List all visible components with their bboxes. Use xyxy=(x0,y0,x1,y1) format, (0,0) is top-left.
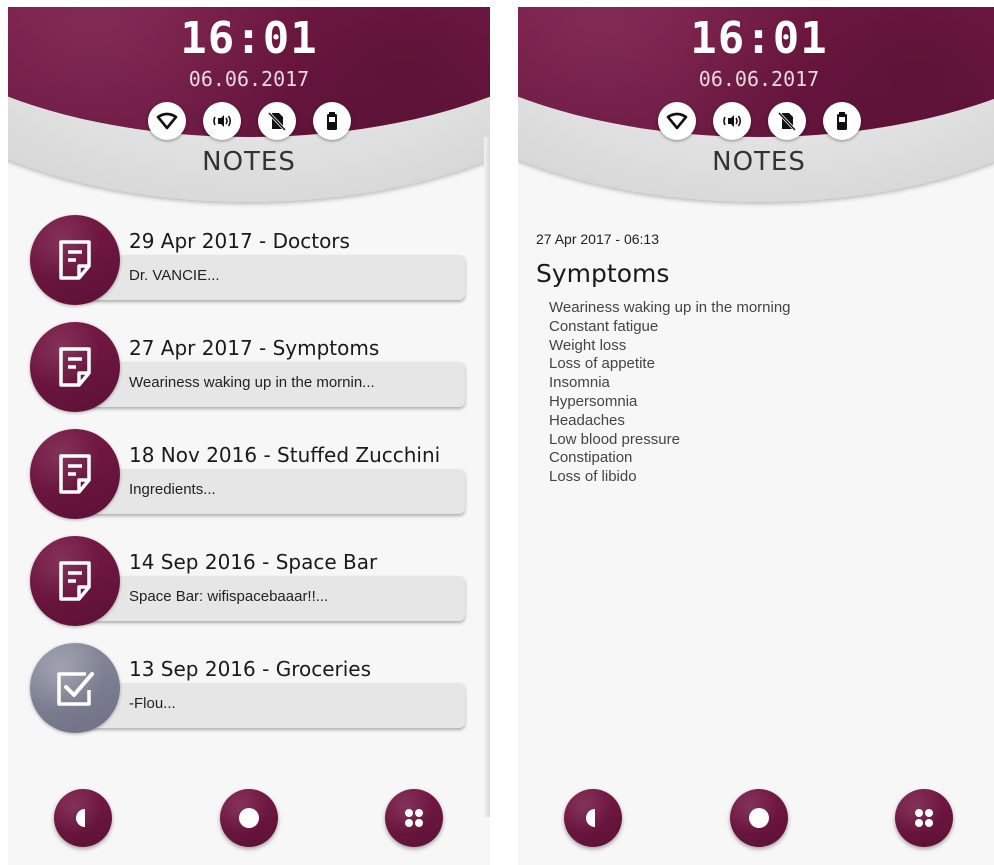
home-button[interactable] xyxy=(730,789,788,847)
back-icon xyxy=(586,809,595,827)
note-icon[interactable] xyxy=(30,429,120,519)
wifi-icon[interactable] xyxy=(147,102,186,140)
note-line: Insomnia xyxy=(549,374,610,392)
note-title: 29 Apr 2017 - Doctors xyxy=(129,229,350,253)
battery-icon[interactable] xyxy=(822,102,861,140)
status-icons xyxy=(8,102,490,140)
notes-list-screen: 16:01 06.06.2017 NOTES 29 Apr 2017 - Doc… xyxy=(8,7,490,865)
apps-icon xyxy=(405,809,423,827)
clock-date: 06.06.2017 xyxy=(698,67,820,91)
note-icon[interactable] xyxy=(30,536,120,626)
checklist-icon[interactable] xyxy=(30,643,120,733)
list-item[interactable]: 27 Apr 2017 - Symptoms Weariness waking … xyxy=(8,319,490,426)
list-item[interactable]: 29 Apr 2017 - Doctors Dr. VANCIE... xyxy=(8,212,490,319)
wifi-icon[interactable] xyxy=(657,102,696,140)
home-icon xyxy=(239,808,259,828)
apps-button[interactable] xyxy=(385,789,443,847)
home-icon xyxy=(749,808,769,828)
note-title: 14 Sep 2016 - Space Bar xyxy=(129,550,378,574)
no-sim-icon[interactable] xyxy=(767,102,806,140)
list-item[interactable]: 14 Sep 2016 - Space Bar Space Bar: wifis… xyxy=(8,533,490,640)
apps-button[interactable] xyxy=(895,789,953,847)
note-title: 18 Nov 2016 - Stuffed Zucchini xyxy=(129,443,441,467)
note-line: Constant fatigue xyxy=(549,317,659,335)
note-preview: Weariness waking up in the mornin... xyxy=(129,374,375,391)
screen-title: NOTES xyxy=(712,147,806,177)
note-line: Weight loss xyxy=(549,336,627,354)
note-title[interactable]: Symptoms xyxy=(536,259,669,288)
bottom-nav xyxy=(8,789,490,849)
apps-icon xyxy=(915,809,933,827)
sound-icon[interactable] xyxy=(712,102,751,140)
note-line: Loss of appetite xyxy=(549,355,655,373)
note-line: Weariness waking up in the morning xyxy=(549,299,791,316)
note-line: Hypersomnia xyxy=(549,392,638,410)
list-item[interactable]: 13 Sep 2016 - Groceries -Flou... xyxy=(8,640,490,747)
note-preview: Dr. VANCIE... xyxy=(129,267,220,284)
note-preview: -Flou... xyxy=(129,695,176,712)
note-icon[interactable] xyxy=(30,322,120,412)
clock-time: 16:01 xyxy=(180,13,318,64)
note-detail-screen: 16:01 06.06.2017 NOTES 27 Apr 2017 - 06:… xyxy=(518,7,994,865)
back-button[interactable] xyxy=(54,789,112,847)
note-preview: Ingredients... xyxy=(129,481,216,498)
note-timestamp: 27 Apr 2017 - 06:13 xyxy=(536,231,659,247)
clock-time: 16:01 xyxy=(690,13,828,64)
clock-date: 06.06.2017 xyxy=(188,67,310,91)
note-icon[interactable] xyxy=(30,215,120,305)
screen-title: NOTES xyxy=(202,147,296,177)
sound-icon[interactable] xyxy=(202,102,241,140)
battery-icon[interactable] xyxy=(312,102,351,140)
note-line: Headaches xyxy=(549,411,625,429)
no-sim-icon[interactable] xyxy=(257,102,296,140)
note-line: Low blood pressure xyxy=(549,430,680,448)
back-button[interactable] xyxy=(564,789,622,847)
note-preview: Space Bar: wifispacebaaar!!... xyxy=(129,588,329,605)
bottom-nav xyxy=(518,789,994,849)
note-line: Loss of libido xyxy=(549,468,637,486)
note-title: 13 Sep 2016 - Groceries xyxy=(129,657,372,681)
note-body[interactable]: Weariness waking up in the morning Const… xyxy=(549,299,791,487)
note-line: Constipation xyxy=(549,449,633,467)
note-list: 29 Apr 2017 - Doctors Dr. VANCIE... 27 A… xyxy=(8,212,490,747)
list-item[interactable]: 18 Nov 2016 - Stuffed Zucchini Ingredien… xyxy=(8,426,490,533)
back-icon xyxy=(76,809,85,827)
home-button[interactable] xyxy=(220,789,278,847)
note-title: 27 Apr 2017 - Symptoms xyxy=(129,336,380,360)
status-icons xyxy=(518,102,994,140)
